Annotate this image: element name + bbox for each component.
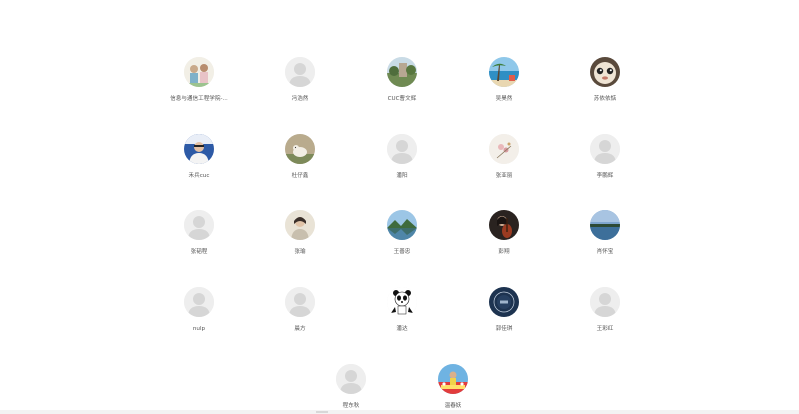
photo-people-icon[interactable]	[184, 57, 214, 87]
member-name: 信息与通信工程学院-...	[170, 96, 228, 102]
default-avatar-icon[interactable]	[184, 287, 214, 317]
member-name: CUC曹文辉	[387, 96, 417, 102]
panda-icon[interactable]	[387, 287, 417, 317]
photo-flower-icon[interactable]	[489, 134, 519, 164]
default-avatar-icon[interactable]	[184, 210, 214, 240]
default-avatar-icon[interactable]	[336, 364, 366, 394]
photo-cat-icon[interactable]	[285, 134, 315, 164]
member-item[interactable]: 张韬程	[149, 210, 249, 256]
photo-doll-icon[interactable]	[590, 57, 620, 87]
member-name: 晨方	[294, 326, 306, 332]
member-item[interactable]: 彭翔	[454, 210, 554, 256]
default-avatar-icon[interactable]	[387, 134, 417, 164]
member-name: 彭翔	[498, 249, 510, 255]
photo-festival-icon[interactable]	[438, 364, 468, 394]
member-name: 肖怀宝	[596, 249, 614, 255]
photo-lake-icon[interactable]	[387, 210, 417, 240]
member-name: 温春妖	[444, 403, 462, 409]
member-name: 张亚丽	[495, 173, 513, 179]
photo-sky-icon[interactable]	[590, 210, 620, 240]
member-item[interactable]: 信息与通信工程学院-...	[149, 57, 249, 103]
default-avatar-icon[interactable]	[285, 287, 315, 317]
scroll-thumb[interactable]	[316, 411, 328, 413]
member-item[interactable]: 潘阳	[352, 134, 452, 180]
photo-landscape-icon[interactable]	[387, 57, 417, 87]
photo-dark-circle-icon[interactable]	[489, 287, 519, 317]
member-name: 禾兵cuc	[188, 173, 210, 179]
member-name: 杜仔鑫	[291, 173, 309, 179]
default-avatar-icon[interactable]	[285, 57, 315, 87]
member-item[interactable]: 肖怀宝	[555, 210, 655, 256]
member-item[interactable]: 王彩红	[555, 287, 655, 333]
member-name: 潘阳	[396, 173, 408, 179]
member-name: 王善忠	[393, 249, 411, 255]
photo-person-blue-icon[interactable]	[184, 134, 214, 164]
bottom-scroll-bar[interactable]	[0, 410, 799, 414]
member-name: 苏依依惦	[593, 96, 617, 102]
member-name: 王彩红	[596, 326, 614, 332]
member-item[interactable]: 禾兵cuc	[149, 134, 249, 180]
member-item[interactable]: 杜仔鑫	[250, 134, 350, 180]
member-item[interactable]: 温春妖	[403, 364, 503, 410]
member-item[interactable]: CUC曹文辉	[352, 57, 452, 103]
default-avatar-icon[interactable]	[590, 287, 620, 317]
member-item[interactable]: 郭佳琪	[454, 287, 554, 333]
member-name: 程东秋	[342, 403, 360, 409]
member-item[interactable]: 吴昊然	[454, 57, 554, 103]
member-name: 李鹏辉	[596, 173, 614, 179]
member-item[interactable]: nulp	[149, 287, 249, 333]
member-item[interactable]: 程东秋	[301, 364, 401, 410]
member-item[interactable]: 冯浩然	[250, 57, 350, 103]
member-item[interactable]: 王善忠	[352, 210, 452, 256]
member-name: 张韬程	[190, 249, 208, 255]
member-item[interactable]: 张瑜	[250, 210, 350, 256]
member-name: 吴昊然	[495, 96, 513, 102]
member-item[interactable]: 张亚丽	[454, 134, 554, 180]
member-item[interactable]: 苏依依惦	[555, 57, 655, 103]
group-members-page: 信息与通信工程学院-... 冯浩然 CUC曹文辉 吴昊然 苏依依惦 禾兵cuc 杜仔鑫 潘阳张…	[0, 0, 799, 414]
member-item[interactable]: 晨方	[250, 287, 350, 333]
photo-sea-icon[interactable]	[489, 57, 519, 87]
member-name: nulp	[192, 326, 206, 332]
member-name: 郭佳琪	[495, 326, 513, 332]
member-item[interactable]: 李鹏辉	[555, 134, 655, 180]
member-item[interactable]: 潘达	[352, 287, 452, 333]
member-name: 张瑜	[294, 249, 306, 255]
member-name: 冯浩然	[291, 96, 309, 102]
photo-portrait-icon[interactable]	[285, 210, 315, 240]
member-name: 潘达	[396, 326, 408, 332]
photo-violin-icon[interactable]	[489, 210, 519, 240]
default-avatar-icon[interactable]	[590, 134, 620, 164]
member-grid: 信息与通信工程学院-... 冯浩然 CUC曹文辉 吴昊然 苏依依惦 禾兵cuc 杜仔鑫 潘阳张…	[0, 0, 799, 414]
